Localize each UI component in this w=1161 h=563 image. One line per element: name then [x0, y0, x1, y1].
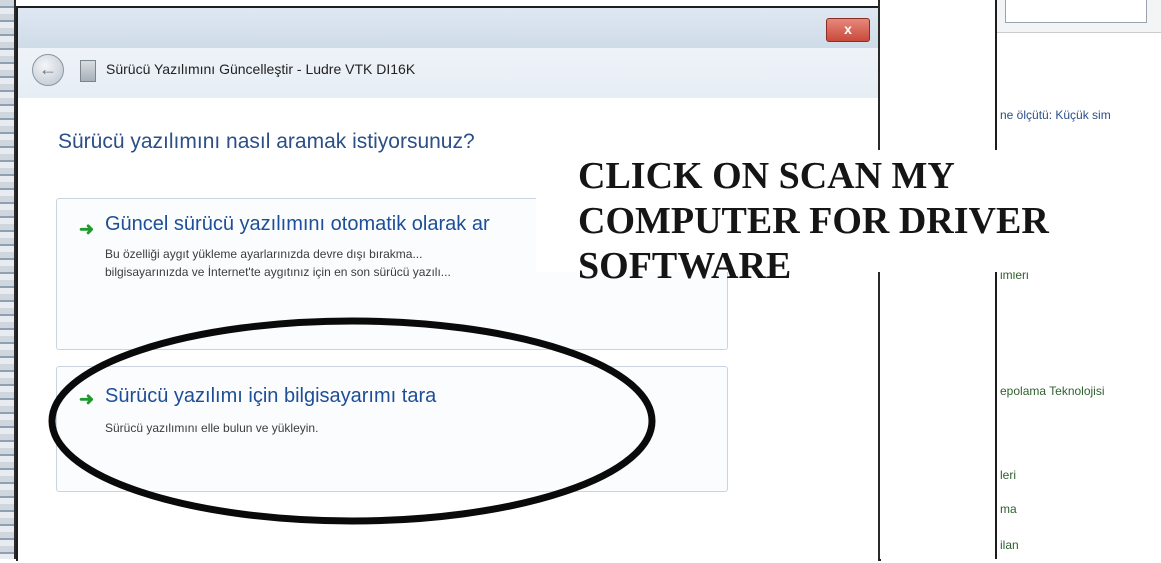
page-question: Sürücü yazılımını nasıl aramak istiyorsu… — [58, 130, 475, 153]
bg-item-3[interactable]: leri — [1000, 468, 1016, 482]
option-auto-search-desc-2: bilgisayarınızda ve İnternet'te aygıtını… — [105, 265, 451, 279]
green-arrow-icon: ➜ — [79, 219, 95, 239]
green-arrow-icon: ➜ — [79, 389, 95, 409]
close-button[interactable]: x — [826, 18, 870, 42]
view-options-text[interactable]: ne ölçütü: Küçük sim — [1000, 108, 1111, 122]
option-browse-computer[interactable]: ➜ Sürücü yazılımı için bilgisayarımı tar… — [56, 366, 728, 492]
search-box[interactable] — [1005, 0, 1147, 23]
option-browse-computer-title[interactable]: Sürücü yazılımı için bilgisayarımı tara — [105, 385, 436, 408]
bg-item-2[interactable]: epolama Teknolojisi — [1000, 384, 1105, 398]
option-browse-computer-desc: Sürücü yazılımını elle bulun ve yükleyin… — [105, 421, 319, 435]
instruction-text: CLICK ON SCAN MY COMPUTER FOR DRIVER SOF… — [578, 155, 1049, 287]
desktop-edge — [0, 0, 16, 559]
window-title: Sürücü Yazılımını Güncelleştir - Ludre V… — [106, 61, 416, 77]
bg-item-5[interactable]: ilan — [1000, 538, 1019, 552]
option-auto-search-title[interactable]: Güncel sürücü yazılımını otomatik olarak… — [105, 213, 490, 236]
bg-item-4[interactable]: ma — [1000, 502, 1017, 516]
close-icon[interactable]: x — [844, 21, 852, 37]
title-bar — [18, 8, 878, 48]
option-auto-search-desc-1: Bu özelliği aygıt yükleme ayarlarınızda … — [105, 247, 423, 261]
driver-device-icon — [80, 60, 96, 82]
back-arrow-icon[interactable]: ← — [32, 54, 64, 86]
